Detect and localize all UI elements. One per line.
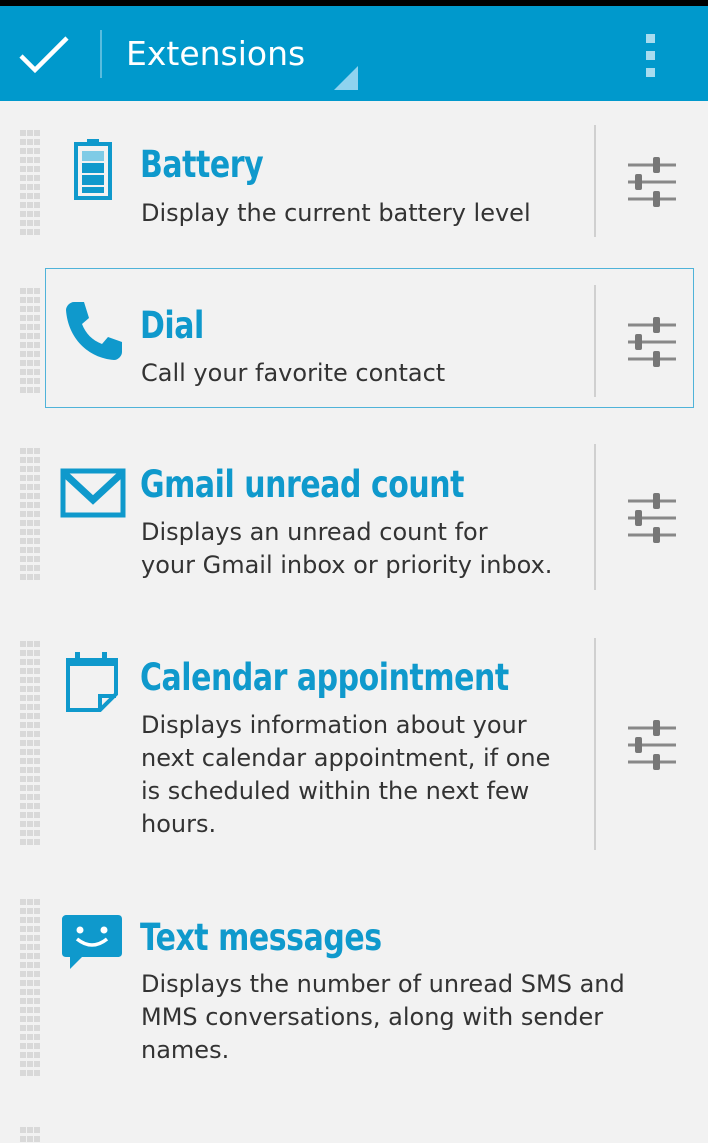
extension-description: Displays the number of unread SMS and MM…: [141, 968, 661, 1067]
list-item-dial[interactable]: Dial Call your favorite contact: [0, 268, 708, 408]
settings-button[interactable]: [596, 125, 708, 237]
extension-title: Calendar appointment: [140, 656, 509, 699]
drag-handle[interactable]: [20, 448, 42, 588]
description-line: your Gmail inbox or priority inbox.: [141, 551, 553, 579]
description-line: next calendar appointment, if one: [141, 744, 551, 772]
description-line: Displays information about your: [141, 711, 527, 739]
drag-handle[interactable]: [20, 288, 42, 398]
gmail-icon: [60, 468, 126, 518]
action-bar-divider: [100, 30, 102, 78]
settings-sliders-icon: [628, 317, 676, 367]
done-button[interactable]: [0, 6, 100, 101]
checkmark-icon: [19, 36, 69, 74]
drag-handle[interactable]: [20, 641, 42, 851]
drag-handle[interactable]: [20, 899, 42, 1079]
extension-description: Displays information about your next cal…: [141, 709, 661, 841]
description-line: hours.: [141, 810, 217, 838]
settings-button[interactable]: [596, 638, 708, 850]
list-item-gmail[interactable]: Gmail unread count Displays an unread co…: [0, 444, 708, 594]
settings-button[interactable]: [596, 444, 708, 590]
extension-title: Dial: [140, 304, 204, 347]
extension-title: Gmail unread count: [140, 463, 465, 506]
settings-sliders-icon: [628, 157, 676, 207]
page-title: Extensions: [126, 34, 306, 73]
extension-title: Battery: [140, 143, 264, 186]
extensions-spinner[interactable]: Extensions: [104, 6, 364, 101]
extensions-list: Battery Display the current battery leve…: [0, 101, 708, 1143]
description-line: Displays the number of unread SMS and: [141, 970, 625, 998]
spinner-indicator-icon: [334, 66, 358, 90]
battery-icon: [74, 139, 112, 200]
list-item-battery[interactable]: Battery Display the current battery leve…: [0, 125, 708, 245]
description-line: is scheduled within the next few: [141, 777, 530, 805]
description-line: names.: [141, 1036, 230, 1064]
calendar-icon: [66, 652, 118, 712]
description-line: Displays an unread count for: [141, 518, 488, 546]
overflow-menu-button[interactable]: [622, 6, 682, 101]
settings-button[interactable]: [596, 285, 708, 397]
settings-sliders-icon: [628, 720, 676, 770]
list-item-text-messages[interactable]: Text messages Displays the number of unr…: [0, 897, 708, 1087]
list-item-partial[interactable]: [0, 1125, 708, 1143]
drag-handle[interactable]: [20, 130, 42, 240]
phone-icon: [66, 302, 122, 360]
extension-description: Displays an unread count for your Gmail …: [141, 516, 661, 582]
description-line: MMS conversations, along with sender: [141, 1003, 604, 1031]
extension-title: Text messages: [140, 916, 382, 959]
action-bar: Extensions: [0, 6, 708, 101]
settings-sliders-icon: [628, 493, 676, 543]
extension-description: Call your favorite contact: [141, 359, 446, 387]
extension-description: Display the current battery level: [141, 199, 531, 227]
drag-handle[interactable]: [20, 1127, 42, 1143]
list-item-calendar[interactable]: Calendar appointment Displays informatio…: [0, 636, 708, 851]
sms-icon: [62, 915, 122, 969]
